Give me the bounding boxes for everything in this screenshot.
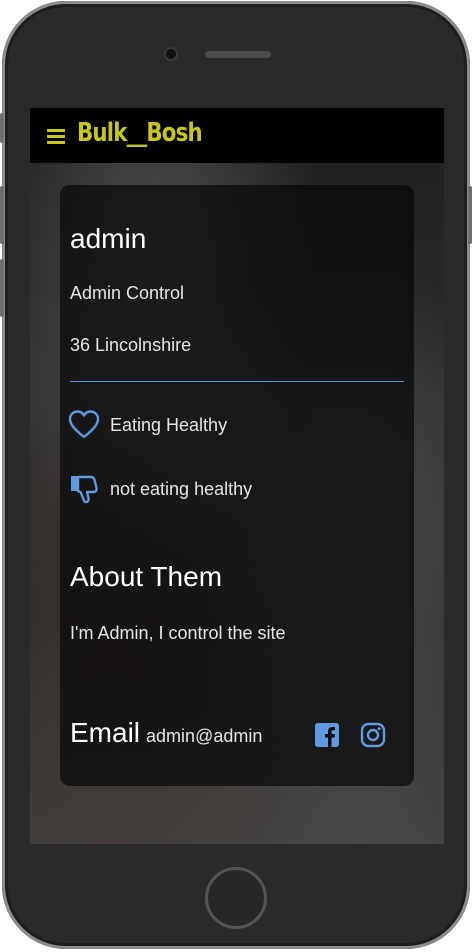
front-camera: [166, 49, 176, 59]
profile-role: Admin Control: [70, 283, 185, 303]
phone-frame: Bulk__Bosh admin Admin Control 36 Lincol…: [0, 1, 472, 949]
profile-address: 36 Lincolnshire: [70, 335, 192, 355]
email-value[interactable]: admin@admin: [146, 726, 262, 747]
mute-switch: [0, 113, 4, 143]
facebook-icon[interactable]: [314, 722, 340, 748]
about-title: About Them: [70, 561, 223, 592]
email-label: Email: [70, 717, 141, 748]
divider: [70, 381, 404, 382]
profile-card: admin Admin Control 36 Lincolnshire Eati…: [60, 185, 414, 786]
like-item: Eating Healthy: [68, 409, 227, 441]
volume-down-button: [0, 259, 4, 317]
navbar: Bulk__Bosh: [30, 108, 444, 163]
hamburger-icon[interactable]: [47, 129, 65, 144]
brand-logo[interactable]: Bulk__Bosh: [77, 118, 203, 148]
dislike-item: not eating healthy: [68, 473, 252, 505]
dislike-label: not eating healthy: [110, 478, 253, 499]
like-label: Eating Healthy: [110, 414, 228, 435]
power-button: [468, 186, 472, 244]
instagram-icon[interactable]: [360, 722, 386, 748]
volume-up-button: [0, 186, 4, 244]
thumbs-down-icon: [71, 475, 98, 504]
email-row: Email admin@admin: [70, 717, 262, 749]
about-text: I'm Admin, I control the site: [70, 623, 286, 643]
earpiece-speaker: [205, 51, 271, 58]
profile-username: admin: [70, 223, 147, 254]
heart-icon: [68, 410, 100, 439]
home-button[interactable]: [205, 867, 267, 929]
screen: Bulk__Bosh admin Admin Control 36 Lincol…: [30, 108, 444, 844]
